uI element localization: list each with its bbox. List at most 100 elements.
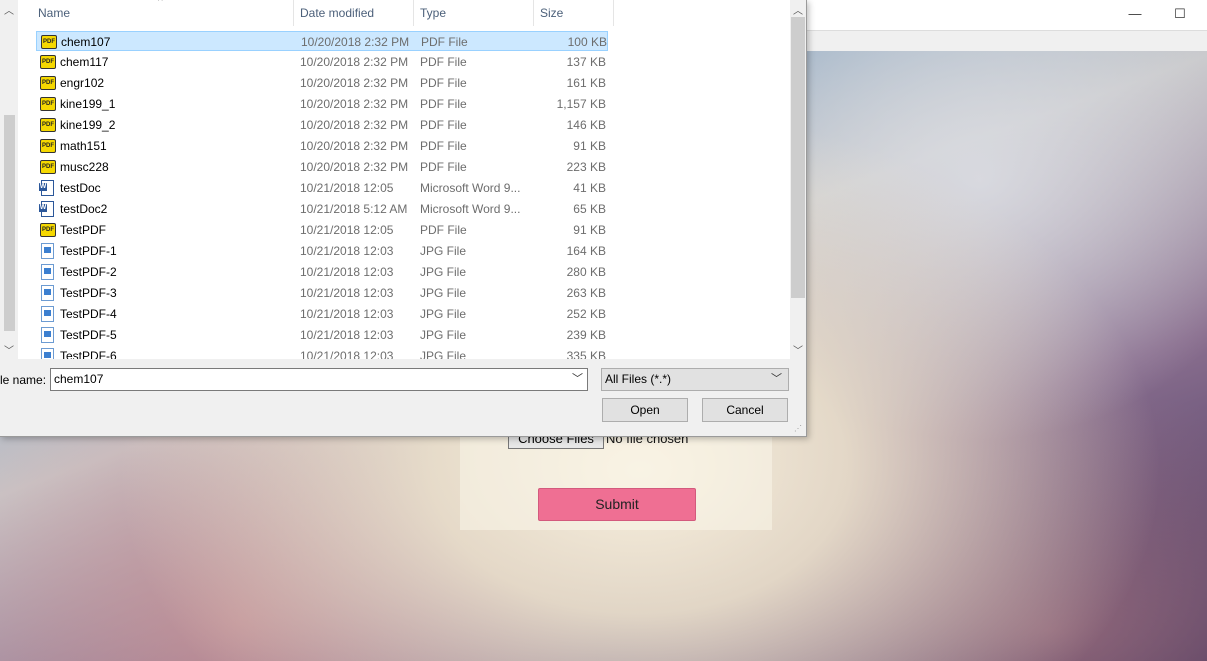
navigation-pane-scrollbar[interactable]: ︿ ﹀ [0, 0, 18, 359]
column-header-name[interactable]: Name [32, 0, 294, 26]
file-list-scrollbar[interactable]: ︿ ﹀ [790, 0, 806, 359]
file-open-dialog: ︿ ﹀ Name ^ Date modified Type Size PDF ch… [0, 0, 807, 437]
file-type: PDF File [420, 160, 467, 174]
word-doc-icon: W [39, 180, 54, 196]
minimize-button[interactable]: — [1125, 6, 1145, 22]
file-row[interactable]: TestPDF-2 10/21/2018 12:03 JPG File 280 KB [36, 262, 608, 282]
file-type: JPG File [420, 328, 467, 342]
navigation-scroll-thumb[interactable] [4, 115, 15, 331]
file-type: PDF File [420, 76, 467, 90]
file-size: 280 KB [566, 265, 606, 279]
file-name: TestPDF-3 [60, 286, 117, 300]
file-type: PDF File [420, 223, 467, 237]
file-name-value: chem107 [54, 372, 104, 386]
file-date-modified: 10/20/2018 2:32 PM [300, 97, 409, 111]
file-type: Microsoft Word 9... [420, 181, 521, 195]
file-row[interactable]: TestPDF-5 10/21/2018 12:03 JPG File 239 KB [36, 325, 608, 345]
file-row[interactable]: PDF TestPDF 10/21/2018 12:05 PDF File 91 KB [36, 220, 608, 240]
file-row[interactable]: WtestDoc2 10/21/2018 5:12 AM Microsoft Wor… [36, 199, 608, 219]
file-size: 91 KB [573, 139, 606, 153]
chevron-up-icon[interactable]: ︿ [792, 2, 804, 17]
submit-button[interactable]: Submit [538, 488, 696, 521]
resize-grip-icon[interactable]: ⋰ [794, 424, 804, 434]
file-row[interactable]: PDF math151 10/20/2018 2:32 PM PDF File 91 K… [36, 136, 608, 156]
file-row[interactable]: PDF chem107 10/20/2018 2:32 PM PDF File 100 … [36, 31, 608, 51]
file-type: JPG File [420, 265, 467, 279]
file-name: TestPDF-4 [60, 307, 117, 321]
jpg-image-icon [41, 327, 54, 343]
file-size: 100 KB [567, 35, 607, 49]
file-row[interactable]: WtestDoc 10/21/2018 12:05 Microsoft Word 9… [36, 178, 608, 198]
file-row[interactable]: PDF kine199_1 10/20/2018 2:32 PM PDF File 1,… [36, 94, 608, 114]
file-size: 137 KB [566, 55, 606, 69]
file-type: PDF File [420, 118, 467, 132]
column-header-size[interactable]: Size [534, 0, 614, 26]
file-date-modified: 10/20/2018 2:32 PM [300, 118, 409, 132]
file-size: 65 KB [573, 202, 606, 216]
file-type: PDF File [420, 97, 467, 111]
file-name: TestPDF-6 [60, 349, 117, 359]
jpg-image-icon [41, 243, 54, 259]
file-date-modified: 10/20/2018 2:32 PM [300, 139, 409, 153]
file-size: 146 KB [566, 118, 606, 132]
file-row[interactable]: TestPDF-1 10/21/2018 12:03 JPG File 164 KB [36, 241, 608, 261]
file-date-modified: 10/21/2018 12:03 [300, 307, 394, 321]
file-size: 41 KB [573, 181, 606, 195]
pdf-icon: PDF [40, 223, 56, 237]
file-list-scroll-thumb[interactable] [791, 17, 805, 298]
file-size: 91 KB [573, 223, 606, 237]
file-row[interactable]: PDF kine199_2 10/20/2018 2:32 PM PDF File 14… [36, 115, 608, 135]
column-header-row: Name ^ Date modified Type Size [18, 0, 790, 26]
file-date-modified: 10/20/2018 2:32 PM [301, 35, 410, 49]
file-name: chem107 [61, 35, 111, 49]
pdf-icon: PDF [40, 118, 56, 132]
maximize-button[interactable]: ☐ [1170, 6, 1190, 22]
open-button[interactable]: Open [602, 398, 688, 422]
file-date-modified: 10/20/2018 2:32 PM [300, 55, 409, 69]
column-header-date-modified[interactable]: Date modified [294, 0, 414, 26]
file-row[interactable]: PDF chem117 10/20/2018 2:32 PM PDF File 137 … [36, 52, 608, 72]
jpg-image-icon [41, 306, 54, 322]
file-row[interactable]: TestPDF-4 10/21/2018 12:03 JPG File 252 KB [36, 304, 608, 324]
cancel-button[interactable]: Cancel [702, 398, 788, 422]
file-date-modified: 10/21/2018 12:05 [300, 181, 394, 195]
chevron-up-icon[interactable]: ︿ [3, 2, 15, 17]
file-size: 335 KB [566, 349, 606, 359]
file-date-modified: 10/21/2018 12:03 [300, 328, 394, 342]
pdf-icon: PDF [40, 160, 56, 174]
file-size: 161 KB [566, 76, 606, 90]
pdf-icon: PDF [40, 76, 56, 90]
jpg-image-icon [41, 285, 54, 301]
file-size: 223 KB [566, 160, 606, 174]
file-row[interactable]: TestPDF-6 10/21/2018 12:03 JPG File 335 KB [36, 346, 608, 359]
chevron-down-icon[interactable]: ﹀ [3, 342, 15, 357]
file-type-value: All Files (*.*) [605, 372, 672, 386]
file-name: engr102 [60, 76, 105, 90]
file-row[interactable]: PDF musc228 10/20/2018 2:32 PM PDF File 223 … [36, 157, 608, 177]
file-row[interactable]: PDF engr102 10/20/2018 2:32 PM PDF File 161 … [36, 73, 608, 93]
file-type: PDF File [420, 55, 467, 69]
file-name: TestPDF [60, 223, 107, 237]
file-date-modified: 10/21/2018 5:12 AM [300, 202, 408, 216]
chevron-down-icon[interactable]: ﹀ [792, 342, 804, 357]
pdf-icon: PDF [41, 35, 57, 49]
file-name: TestPDF-2 [60, 265, 117, 279]
file-list-pane: Name ^ Date modified Type Size PDF chem10… [18, 0, 790, 359]
file-date-modified: 10/21/2018 12:03 [300, 265, 394, 279]
file-name: kine199_1 [60, 97, 116, 111]
file-size: 252 KB [566, 307, 606, 321]
file-row[interactable]: TestPDF-3 10/21/2018 12:03 JPG File 263 KB [36, 283, 608, 303]
browser-title-bar [806, 0, 1207, 31]
browser-toolbar-strip [806, 31, 1207, 51]
pdf-icon: PDF [40, 139, 56, 153]
file-name-label: le name: [0, 373, 47, 387]
chevron-down-icon[interactable]: ﹀ [572, 369, 583, 390]
pdf-icon: PDF [40, 97, 56, 111]
file-type-select[interactable]: All Files (*.*) ﹀ [601, 368, 789, 391]
file-date-modified: 10/21/2018 12:03 [300, 244, 394, 258]
file-name: testDoc2 [60, 202, 108, 216]
file-name-input[interactable]: chem107 ﹀ [50, 368, 588, 391]
file-type: JPG File [420, 244, 467, 258]
column-header-type[interactable]: Type [414, 0, 534, 26]
file-size: 263 KB [566, 286, 606, 300]
